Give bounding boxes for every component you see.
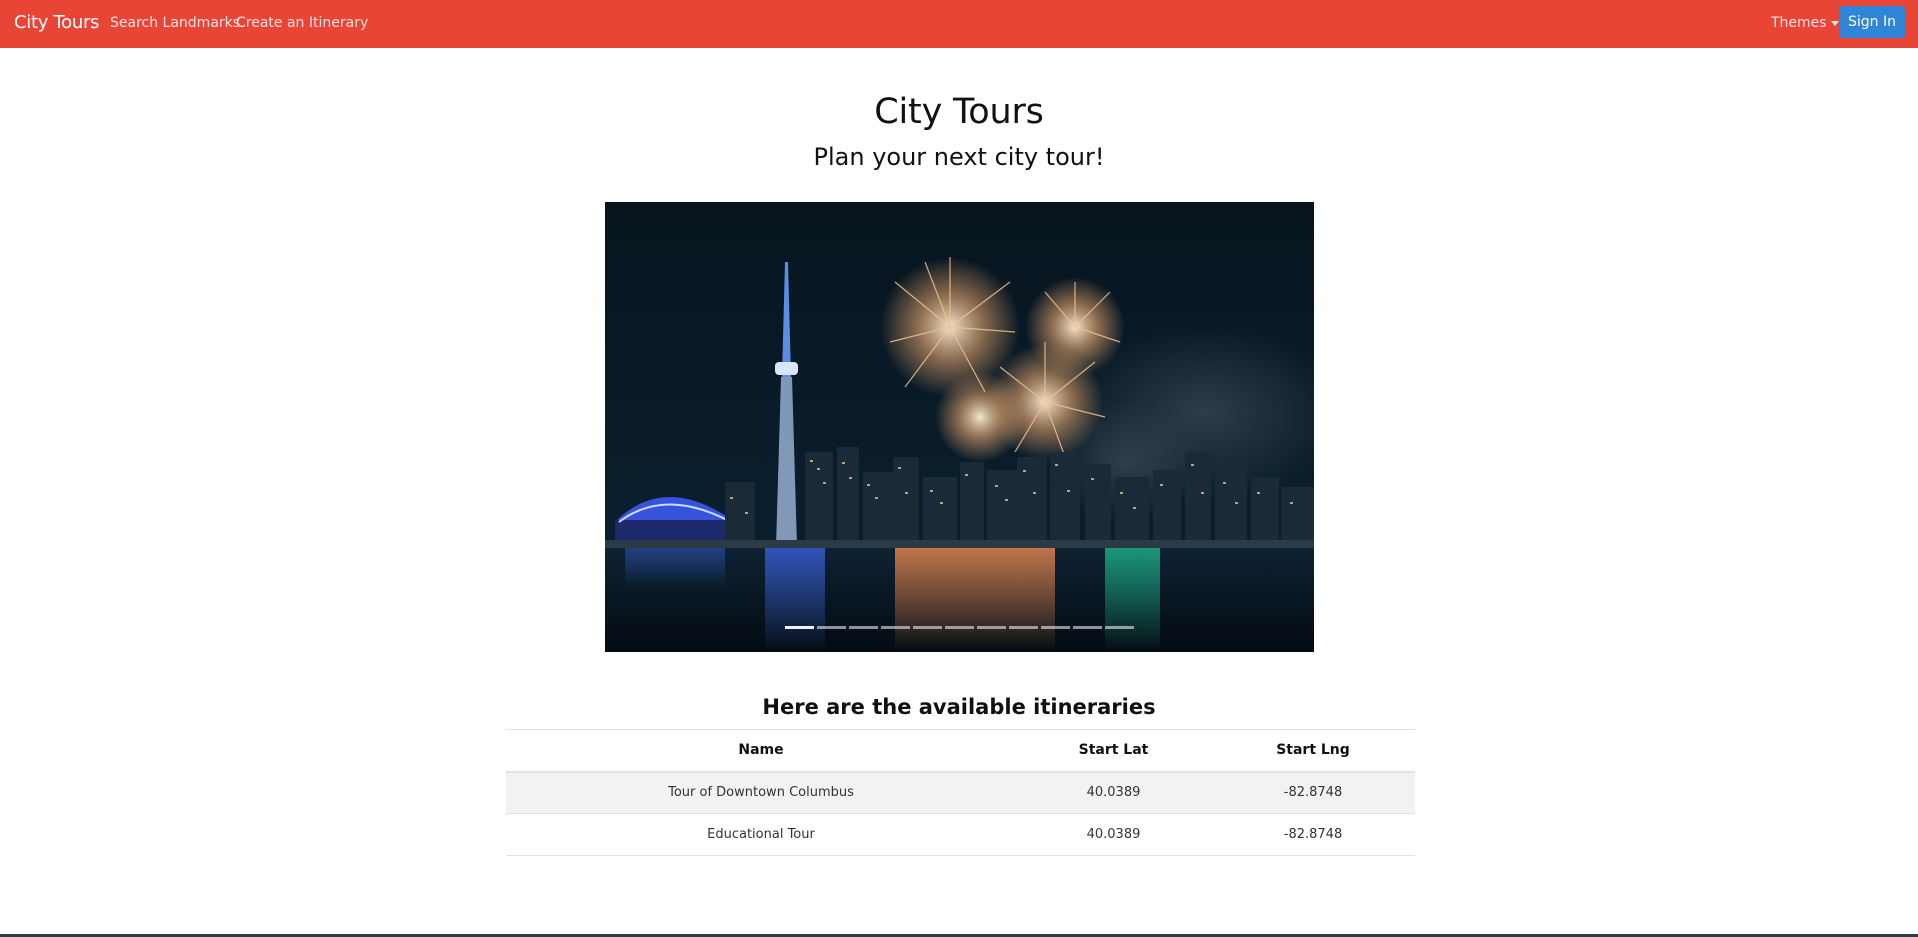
carousel-indicator[interactable] — [785, 626, 814, 629]
carousel-indicator[interactable] — [1009, 626, 1038, 629]
page-subtitle: Plan your next city tour! — [813, 143, 1105, 171]
carousel-indicators — [605, 626, 1314, 629]
itinerary-start-lng: -82.8748 — [1211, 771, 1415, 814]
itinerary-start-lat: 40.0389 — [1016, 771, 1211, 814]
itinerary-name: Tour of Downtown Columbus — [506, 771, 1016, 814]
sign-in-button[interactable]: Sign In — [1839, 6, 1905, 38]
column-header-start-lat[interactable]: Start Lat — [1016, 729, 1211, 773]
carousel-indicator[interactable] — [1105, 626, 1134, 629]
carousel-indicator[interactable] — [849, 626, 878, 629]
table-row[interactable]: Tour of Downtown Columbus 40.0389 -82.87… — [506, 771, 1415, 814]
itinerary-name: Educational Tour — [506, 813, 1016, 856]
carousel-indicator[interactable] — [881, 626, 910, 629]
nav-create-itinerary[interactable]: Create an Itinerary — [236, 15, 368, 31]
page-title: City Tours — [874, 92, 1044, 132]
carousel-indicator[interactable] — [977, 626, 1006, 629]
carousel-indicator[interactable] — [945, 626, 974, 629]
image-carousel[interactable] — [605, 202, 1314, 652]
carousel-indicator[interactable] — [817, 626, 846, 629]
column-header-name[interactable]: Name — [506, 729, 1016, 773]
carousel-indicator[interactable] — [913, 626, 942, 629]
carousel-indicator[interactable] — [1041, 626, 1070, 629]
table-header-row: Name Start Lat Start Lng — [506, 729, 1415, 773]
themes-label: Themes — [1771, 15, 1827, 31]
nav-search-landmarks[interactable]: Search Landmarks — [110, 15, 240, 31]
caret-down-icon — [1830, 21, 1839, 26]
city-skyline-fireworks-image — [605, 202, 1314, 652]
itinerary-start-lat: 40.0389 — [1016, 813, 1211, 856]
column-header-start-lng[interactable]: Start Lng — [1211, 729, 1415, 773]
itineraries-table: Name Start Lat Start Lng Tour of Downtow… — [506, 729, 1415, 856]
navbar: City Tours Search Landmarks Create an It… — [0, 0, 1918, 48]
itineraries-title: Here are the available itineraries — [762, 695, 1156, 719]
carousel-indicator[interactable] — [1073, 626, 1102, 629]
itinerary-start-lng: -82.8748 — [1211, 813, 1415, 856]
brand-link[interactable]: City Tours — [14, 12, 99, 33]
table-row[interactable]: Educational Tour 40.0389 -82.8748 — [506, 813, 1415, 856]
themes-dropdown[interactable]: Themes — [1771, 15, 1839, 31]
